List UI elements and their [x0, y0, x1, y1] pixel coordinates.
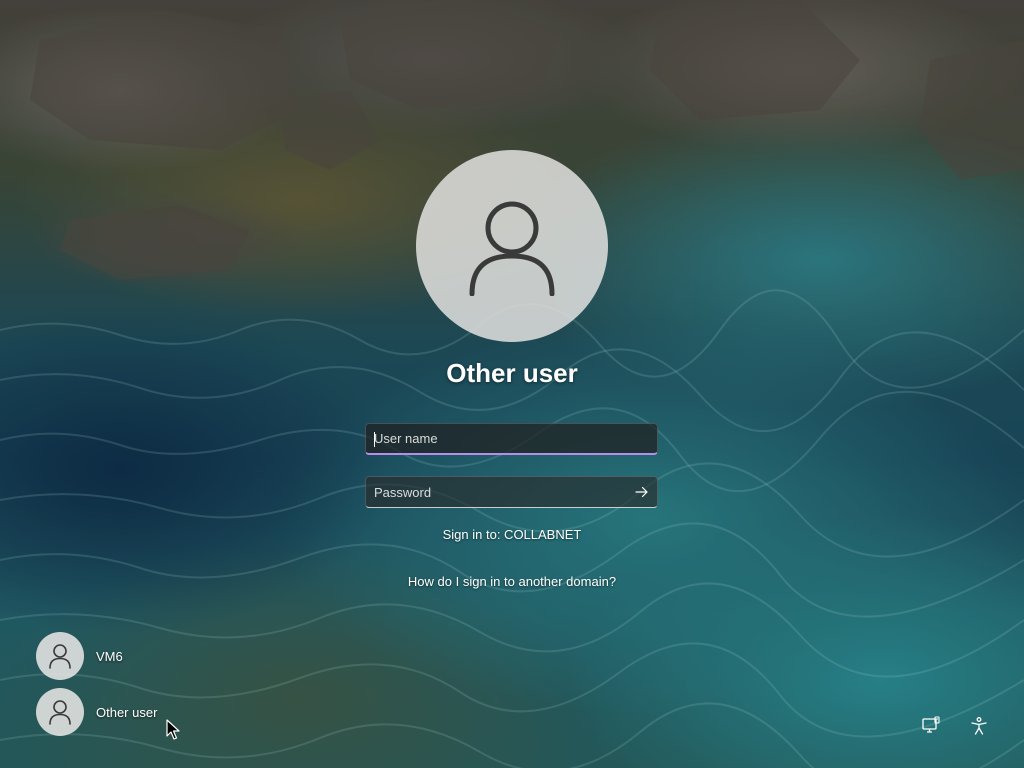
network-button[interactable]	[918, 713, 944, 739]
user-tile-label: Other user	[96, 704, 158, 720]
password-input[interactable]	[366, 477, 627, 507]
text-caret	[374, 432, 375, 447]
user-tile-label: VM6	[96, 648, 123, 664]
user-avatar	[36, 688, 84, 736]
current-user-avatar	[416, 150, 608, 342]
accessibility-button[interactable]	[966, 713, 992, 739]
accessibility-icon	[971, 717, 987, 735]
password-field[interactable]	[365, 476, 658, 508]
user-avatar	[36, 632, 84, 680]
person-icon	[469, 201, 555, 296]
user-tile-other-user[interactable]: Other user	[36, 688, 157, 736]
username-input[interactable]	[366, 424, 657, 453]
other-domain-help-link[interactable]: How do I sign in to another domain?	[362, 574, 662, 589]
submit-button[interactable]	[627, 477, 657, 507]
person-icon	[49, 700, 71, 725]
user-title: Other user	[446, 358, 578, 388]
sign-in-domain-text: Sign in to: COLLABNET	[442, 527, 582, 542]
person-icon	[49, 644, 71, 669]
lock-screen: Other user Sign in to: COLLABNET How do …	[0, 0, 1024, 768]
arrow-right-icon	[635, 486, 648, 498]
mouse-pointer-icon	[166, 719, 180, 740]
network-icon	[922, 716, 940, 733]
username-field[interactable]	[365, 423, 658, 455]
user-tile-vm6[interactable]: VM6	[36, 632, 123, 680]
